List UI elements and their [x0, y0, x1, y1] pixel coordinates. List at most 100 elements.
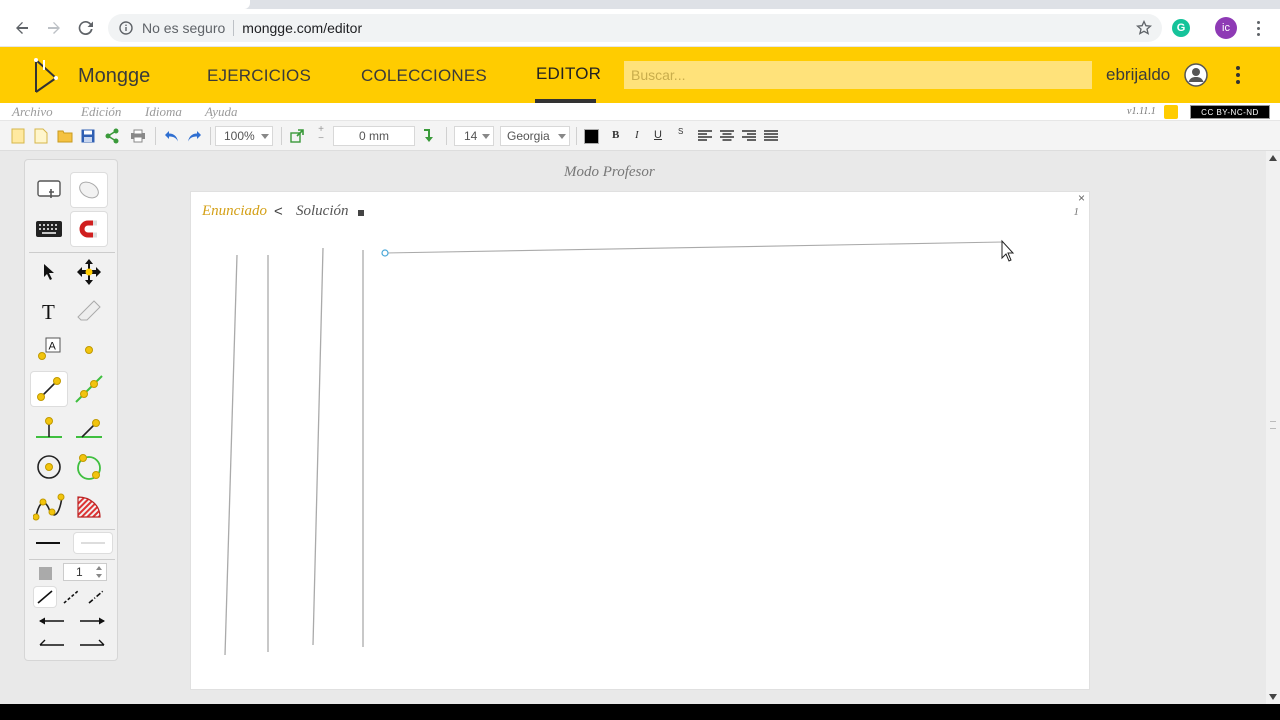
dash-dashed-style[interactable] [60, 587, 82, 607]
chevron-down-icon [482, 134, 490, 139]
eraser-icon [77, 300, 101, 321]
new-document-icon[interactable] [9, 127, 27, 145]
select-tool[interactable] [31, 255, 67, 289]
snap-magnet-tool[interactable] [71, 212, 107, 246]
url-text[interactable]: mongge.com/editor [242, 20, 362, 36]
drawn-line[interactable] [312, 247, 324, 646]
dash-solid-style[interactable] [34, 587, 56, 607]
nav-ejercicios[interactable]: EJERCICIOS [207, 66, 311, 86]
align-left-icon[interactable] [696, 127, 714, 145]
offset-stepper-icon[interactable]: + − [312, 125, 330, 144]
mongge-logo-icon[interactable] [30, 56, 64, 96]
brand-name[interactable]: Mongge [78, 65, 150, 88]
offset-right-icon[interactable] [420, 127, 438, 145]
eraser-tool[interactable] [71, 294, 107, 328]
scroll-up-icon[interactable] [1269, 155, 1277, 161]
touch-mode-tool[interactable] [31, 173, 67, 207]
stroke-thin-style[interactable] [74, 533, 112, 553]
drawing-in-progress-line[interactable] [384, 241, 1004, 254]
drawn-line[interactable] [224, 254, 238, 656]
search-input[interactable] [624, 61, 1092, 89]
move-tool[interactable] [71, 255, 107, 289]
bottom-bar [0, 704, 1280, 720]
offset-left-icon[interactable] [288, 127, 306, 145]
stepper-up-icon[interactable] [96, 566, 102, 570]
bold-button[interactable]: B [612, 129, 619, 141]
scroll-grip[interactable] [1270, 421, 1276, 429]
tick-start-style[interactable] [33, 634, 71, 654]
stepper-down-icon[interactable] [96, 574, 102, 578]
grammarly-extension-icon[interactable]: G [1172, 19, 1190, 37]
active-tab[interactable] [0, 0, 250, 9]
start-point-marker[interactable] [381, 249, 389, 257]
nav-editor[interactable]: EDITOR [536, 64, 601, 84]
tick-end-style[interactable] [73, 634, 111, 654]
new-page-icon[interactable] [32, 127, 50, 145]
underline-button[interactable]: U [654, 129, 662, 141]
username[interactable]: ebrijaldo [1106, 65, 1170, 85]
browser-menu-icon[interactable] [1251, 19, 1265, 37]
address-bar[interactable]: No es seguro mongge.com/editor [108, 14, 1162, 42]
menu-archivo[interactable]: Archivo [12, 104, 53, 120]
arrow-start-style[interactable] [33, 611, 71, 631]
arrow-end-style[interactable] [73, 611, 111, 631]
stroke-solid-style[interactable] [29, 532, 67, 554]
segment-tool[interactable] [31, 372, 67, 406]
dash-dashdot-style[interactable] [85, 587, 107, 607]
save-icon[interactable] [79, 127, 97, 145]
zoom-value: 100% [224, 129, 255, 143]
point-icon [85, 346, 93, 354]
mouse-mode-tool[interactable] [71, 173, 107, 207]
strikethrough-button[interactable]: S [678, 127, 683, 136]
circle-tool[interactable] [31, 450, 67, 484]
menu-idioma[interactable]: Idioma [145, 104, 182, 120]
canvas-drawing[interactable] [191, 192, 1091, 691]
font-family-select[interactable]: Georgia [500, 126, 570, 146]
line-width-stepper[interactable]: 1 [63, 563, 107, 581]
align-center-icon[interactable] [718, 127, 736, 145]
zoom-select[interactable]: 100% [215, 126, 273, 146]
share-icon[interactable] [103, 127, 121, 145]
redo-icon[interactable] [185, 127, 203, 145]
line-tool[interactable] [71, 372, 107, 406]
menu-edicion[interactable]: Edición [81, 104, 121, 120]
align-justify-icon[interactable] [762, 127, 780, 145]
app-more-menu-icon[interactable] [1232, 64, 1244, 86]
align-right-icon[interactable] [740, 127, 758, 145]
profile-avatar[interactable]: ic [1215, 17, 1237, 39]
keyboard-tool[interactable] [31, 212, 67, 246]
drawing-canvas[interactable]: × Enunciado < Solución 1 [190, 191, 1090, 690]
nav-colecciones[interactable]: COLECCIONES [361, 66, 487, 86]
vertical-scrollbar[interactable] [1266, 151, 1280, 704]
reload-icon[interactable] [74, 16, 98, 40]
curve-tool[interactable] [31, 489, 67, 523]
circle-through-point-tool[interactable] [71, 450, 107, 484]
scroll-down-icon[interactable] [1269, 694, 1277, 700]
license-badge[interactable]: CC BY-NC-ND [1190, 105, 1270, 119]
toolbar-separator [446, 127, 447, 145]
text-tool[interactable]: T [31, 294, 67, 328]
bookmark-star-icon[interactable] [1135, 19, 1153, 41]
forward-arrow-icon[interactable] [42, 16, 66, 40]
back-arrow-icon[interactable] [10, 16, 34, 40]
text-color-icon[interactable] [582, 127, 600, 145]
parallel-tool[interactable] [71, 411, 107, 445]
point-tool[interactable] [71, 333, 107, 367]
svg-text:A: A [49, 341, 57, 353]
perpendicular-tool[interactable] [31, 411, 67, 445]
undo-icon[interactable] [163, 127, 181, 145]
font-size-select[interactable]: 14 [454, 126, 494, 146]
menu-ayuda[interactable]: Ayuda [205, 104, 238, 120]
open-folder-icon[interactable] [56, 127, 74, 145]
print-icon[interactable] [129, 127, 147, 145]
text-t-icon: T [42, 301, 55, 321]
user-account-icon[interactable] [1184, 63, 1208, 87]
fill-color-swatch[interactable] [33, 563, 57, 583]
pointer-arrow-icon [44, 264, 54, 280]
offset-input[interactable]: 0 mm [333, 126, 415, 146]
hatch-fill-tool[interactable] [71, 489, 107, 523]
info-icon[interactable] [118, 20, 134, 36]
point-label-tool[interactable]: A [31, 333, 67, 367]
font-family-value: Georgia [507, 129, 550, 143]
italic-button[interactable]: I [635, 129, 639, 141]
